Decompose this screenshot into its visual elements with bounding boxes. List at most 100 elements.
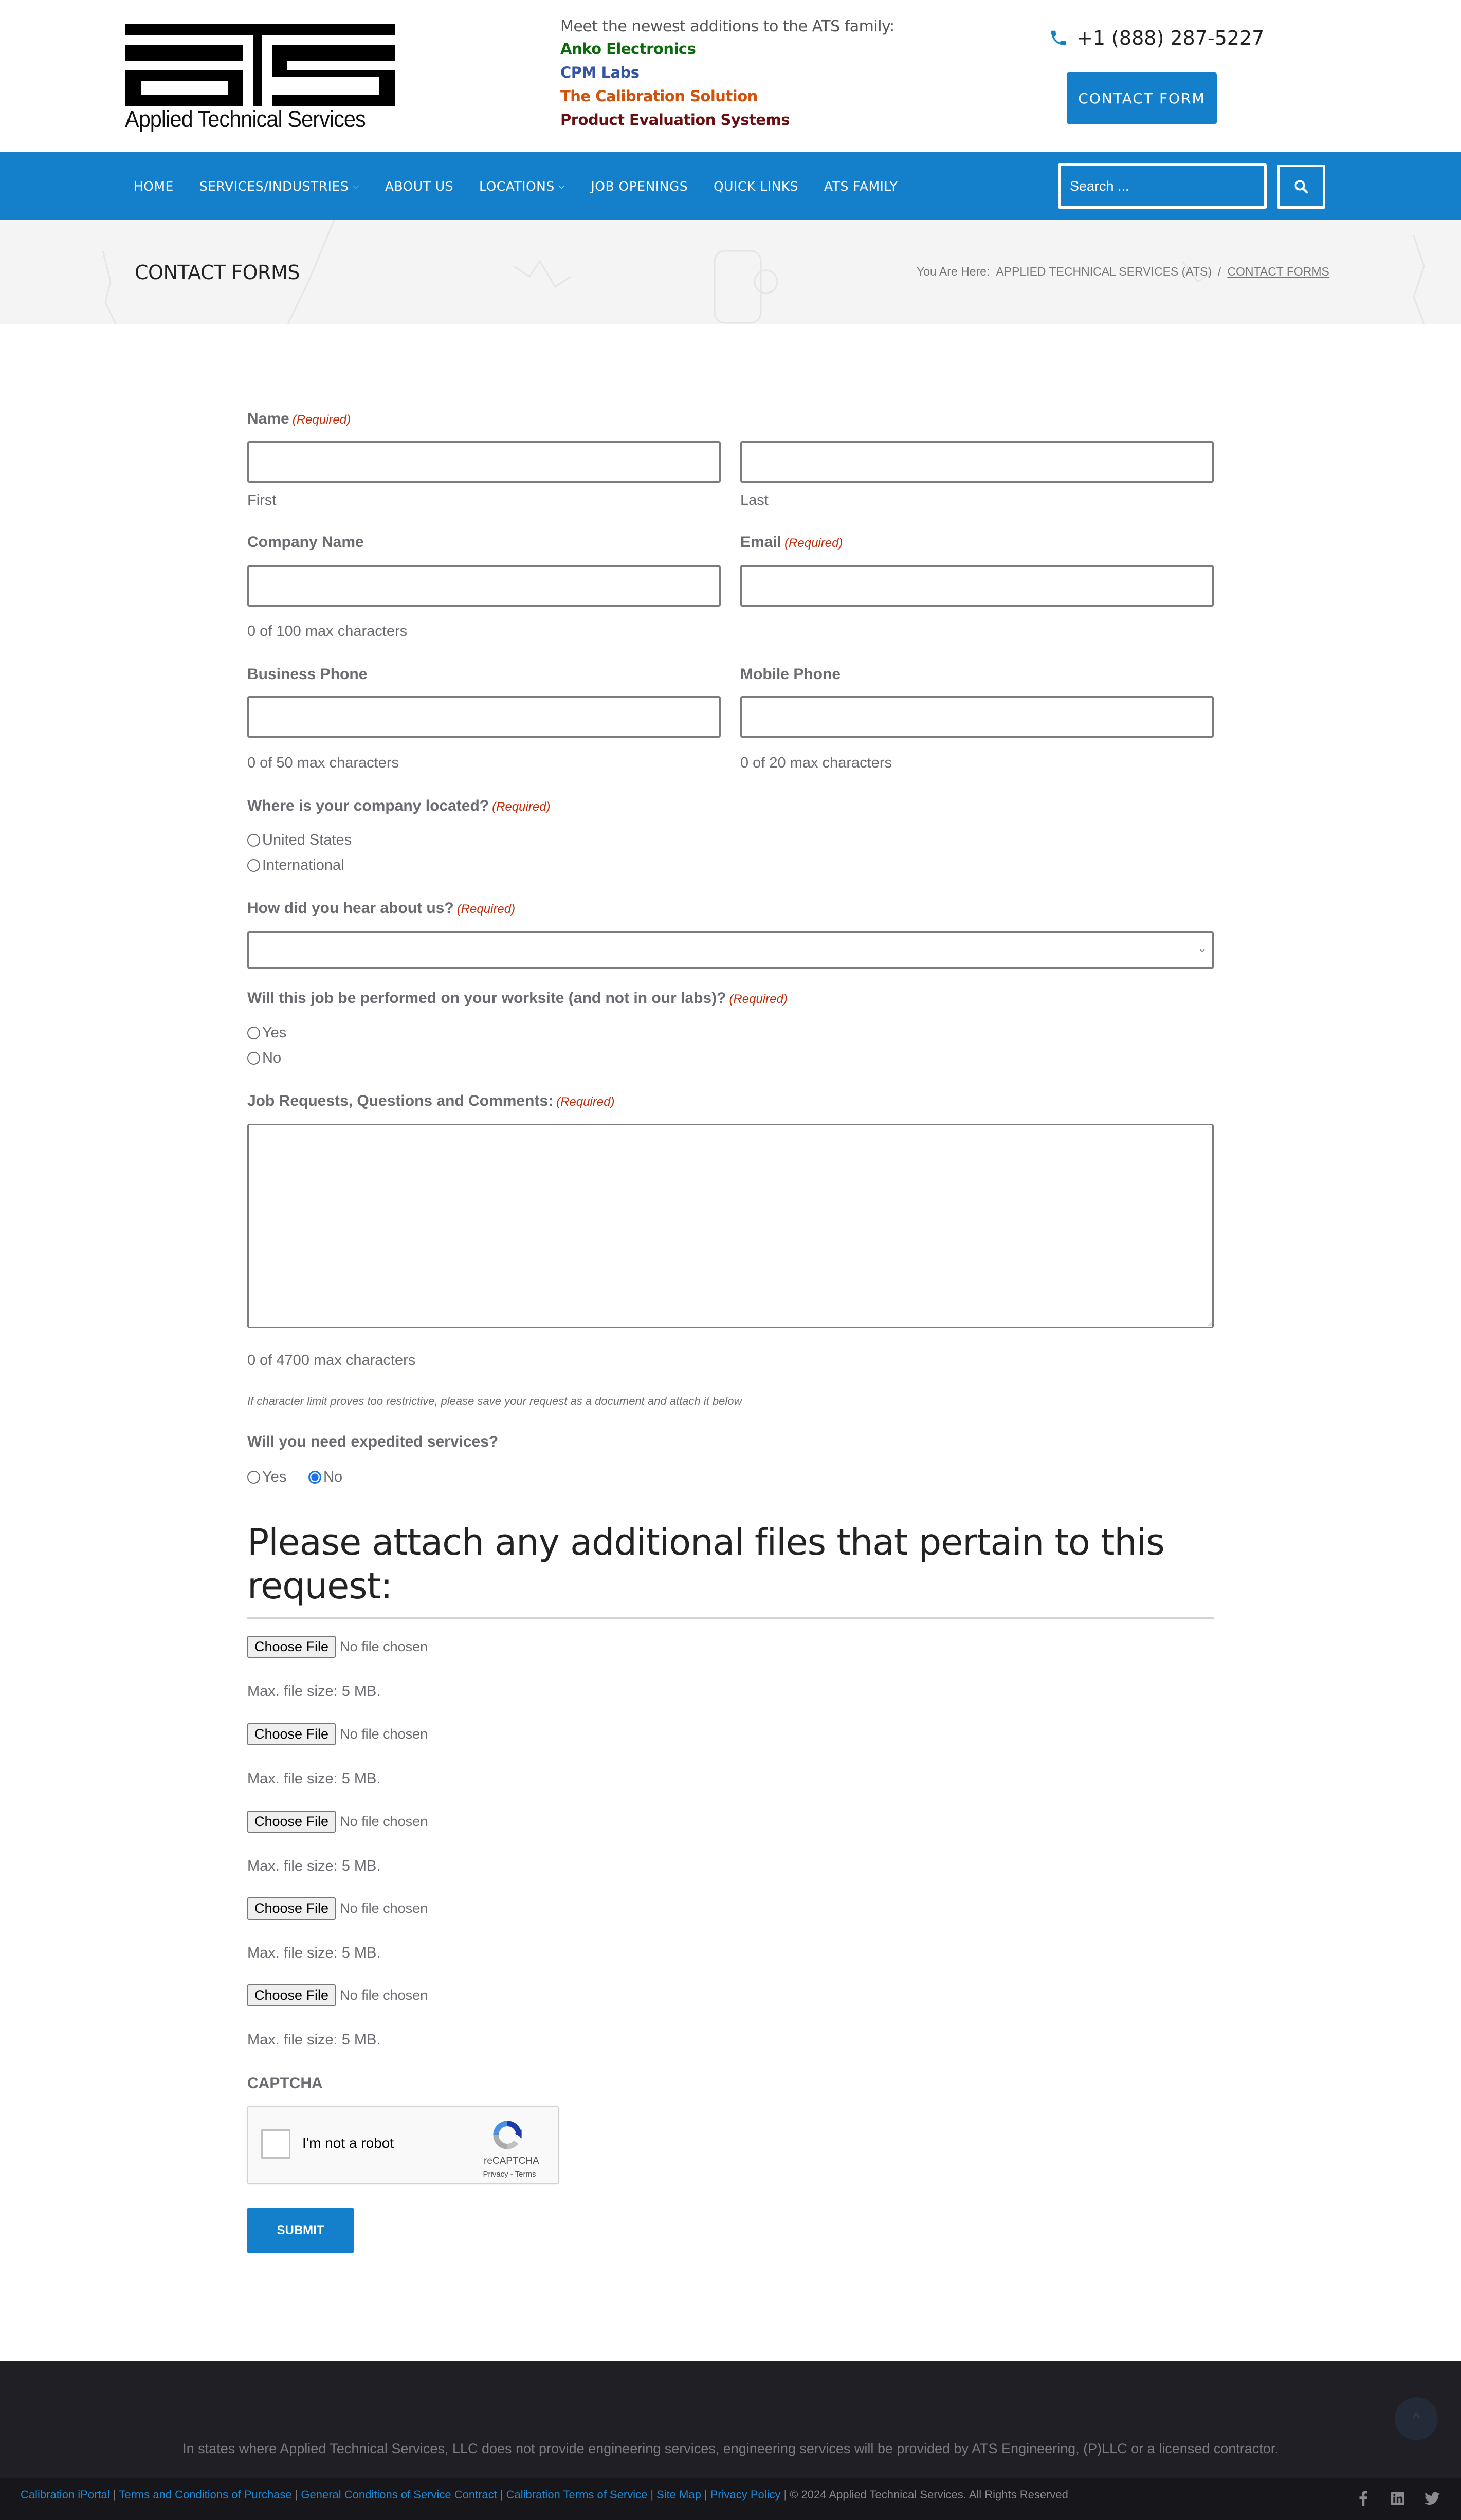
radio-label: United States xyxy=(262,832,352,848)
max-file-size-note: Max. file size: 5 MB. xyxy=(247,1945,381,1961)
nav-item-about-us[interactable]: ABOUT US xyxy=(385,179,453,194)
page-title: CONTACT FORMS xyxy=(135,261,300,284)
company-label: Company Name xyxy=(247,534,364,551)
footer-link-general-conditions-of-service-contract[interactable]: General Conditions of Service Contract xyxy=(301,2488,497,2501)
footer-link-terms-and-conditions-of-purchase[interactable]: Terms and Conditions of Purchase xyxy=(119,2488,291,2501)
radio-label: No xyxy=(323,1469,343,1485)
footer-link-calibration-terms-of-service[interactable]: Calibration Terms of Service xyxy=(506,2488,648,2501)
file-upload-3[interactable]: Choose File No file chosen xyxy=(247,1811,428,1833)
nav-item-quick-links[interactable]: QUICK LINKS xyxy=(714,179,798,194)
business-phone-input[interactable] xyxy=(247,696,721,738)
radio-button-selected[interactable] xyxy=(308,1471,321,1484)
radio-button[interactable] xyxy=(247,859,260,872)
name-label-text: Name xyxy=(247,410,289,427)
search-input[interactable]: Search ... xyxy=(1058,163,1267,209)
choose-file-button[interactable]: Choose File xyxy=(247,1897,336,1920)
file-upload-2[interactable]: Choose File No file chosen xyxy=(247,1723,428,1745)
recaptcha-privacy-terms[interactable]: Privacy - Terms xyxy=(479,2170,540,2179)
worksite-radio-no[interactable]: No xyxy=(247,1050,281,1067)
linkedin-icon xyxy=(1391,2492,1404,2505)
ats-logo[interactable]: Applied Technical Services xyxy=(125,24,395,133)
location-radio-international[interactable]: International xyxy=(247,857,344,874)
expedited-radio-yes[interactable]: Yes xyxy=(247,1469,286,1486)
choose-file-button[interactable]: Choose File xyxy=(247,1723,336,1745)
hear-about-select[interactable]: ⌄ xyxy=(247,931,1214,969)
radio-label: Yes xyxy=(262,1469,287,1485)
family-link-anko[interactable]: Anko Electronics xyxy=(560,40,696,58)
mobile-phone-input[interactable] xyxy=(740,696,1214,738)
max-file-size-note: Max. file size: 5 MB. xyxy=(247,1858,381,1874)
footer xyxy=(0,2361,1461,2478)
family-link-cpm[interactable]: CPM Labs xyxy=(560,64,640,81)
nav-item-label: ATS FAMILY xyxy=(824,178,898,194)
business-phone-char-counter: 0 of 50 max characters xyxy=(247,755,399,771)
search-button[interactable] xyxy=(1277,165,1325,209)
twitter-link[interactable] xyxy=(1422,2488,1442,2509)
ats-logo-mark xyxy=(125,24,395,106)
footer-link-site-map[interactable]: Site Map xyxy=(656,2488,701,2501)
worksite-radio-yes[interactable]: Yes xyxy=(247,1025,286,1042)
submit-button[interactable]: SUBMIT xyxy=(247,2208,354,2253)
worksite-label: Will this job be performed on your works… xyxy=(247,990,788,1007)
footer-link-calibration-iportal[interactable]: Calibration iPortal xyxy=(21,2488,110,2501)
breadcrumb-current[interactable]: CONTACT FORMS xyxy=(1227,265,1329,279)
hear-about-label: How did you hear about us? (Required) xyxy=(247,900,515,917)
file-upload-4[interactable]: Choose File No file chosen xyxy=(247,1897,428,1920)
required-indicator: (Required) xyxy=(292,413,351,427)
nav-item-ats-family[interactable]: ATS FAMILY xyxy=(824,179,898,194)
recaptcha-checkbox[interactable] xyxy=(261,2129,290,2159)
expedited-radio-no[interactable]: No xyxy=(308,1469,342,1486)
choose-file-button[interactable]: Choose File xyxy=(247,1984,336,2006)
radio-button[interactable] xyxy=(247,1052,260,1065)
expedited-label: Will you need expedited services? xyxy=(247,1433,499,1450)
choose-file-button[interactable]: Choose File xyxy=(247,1636,336,1658)
nav-item-home[interactable]: HOME xyxy=(134,179,174,194)
radio-button[interactable] xyxy=(247,1471,260,1484)
family-link-calibration-solution[interactable]: The Calibration Solution xyxy=(560,87,758,105)
link-separator: | xyxy=(113,2488,116,2501)
comments-textarea[interactable] xyxy=(247,1124,1214,1328)
required-indicator: (Required) xyxy=(784,536,843,550)
family-intro: Meet the newest additions to the ATS fam… xyxy=(560,17,894,35)
footer-link-privacy-policy[interactable]: Privacy Policy xyxy=(710,2488,781,2501)
worksite-label-text: Will this job be performed on your works… xyxy=(247,990,726,1007)
file-status: No file chosen xyxy=(340,1901,428,1916)
file-status: No file chosen xyxy=(340,1814,428,1829)
radio-button[interactable] xyxy=(247,834,260,847)
facebook-icon xyxy=(1359,2491,1367,2506)
linkedin-link[interactable] xyxy=(1387,2488,1408,2509)
last-name-input[interactable] xyxy=(740,441,1214,483)
nav-item-locations[interactable]: LOCATIONS ⌵ xyxy=(479,179,565,194)
first-name-input[interactable] xyxy=(247,441,721,483)
nav-item-label: ABOUT US xyxy=(385,178,454,194)
company-name-input[interactable] xyxy=(247,565,721,607)
link-separator: | xyxy=(650,2488,654,2501)
location-radio-united-states[interactable]: United States xyxy=(247,832,352,849)
file-status: No file chosen xyxy=(340,1726,428,1742)
family-link-pes[interactable]: Product Evaluation Systems xyxy=(560,111,790,129)
breadcrumb-home[interactable]: APPLIED TECHNICAL SERVICES (ATS) xyxy=(996,265,1212,279)
nav-item-job-openings[interactable]: JOB OPENINGS xyxy=(591,179,688,194)
breadcrumb-prefix: You Are Here: xyxy=(917,265,990,278)
file-status: No file chosen xyxy=(340,1639,428,1654)
required-indicator: (Required) xyxy=(729,992,788,1006)
search-icon xyxy=(1294,180,1308,194)
comments-label-text: Job Requests, Questions and Comments: xyxy=(247,1092,554,1109)
chevron-up-icon: ^ xyxy=(1412,2410,1420,2427)
radio-label: Yes xyxy=(262,1025,287,1041)
facebook-link[interactable] xyxy=(1353,2488,1374,2509)
file-upload-1[interactable]: Choose File No file chosen xyxy=(247,1636,428,1658)
email-input[interactable] xyxy=(740,565,1214,607)
contact-form-button[interactable]: CONTACT FORM xyxy=(1067,72,1217,124)
file-upload-5[interactable]: Choose File No file chosen xyxy=(247,1984,428,2006)
radio-button[interactable] xyxy=(247,1027,260,1039)
choose-file-button[interactable]: Choose File xyxy=(247,1811,336,1833)
phone-link[interactable]: +1 (888) 287-5227 xyxy=(1049,27,1264,49)
last-name-sublabel: Last xyxy=(740,492,769,508)
mobile-phone-label: Mobile Phone xyxy=(740,666,841,683)
recaptcha-label: I'm not a robot xyxy=(302,2135,394,2151)
name-label: Name (Required) xyxy=(247,410,351,428)
link-separator: | xyxy=(783,2488,787,2501)
scroll-to-top-button[interactable]: ^ xyxy=(1395,2397,1438,2440)
nav-item-services-industries[interactable]: SERVICES/INDUSTRIES ⌵ xyxy=(199,179,359,194)
